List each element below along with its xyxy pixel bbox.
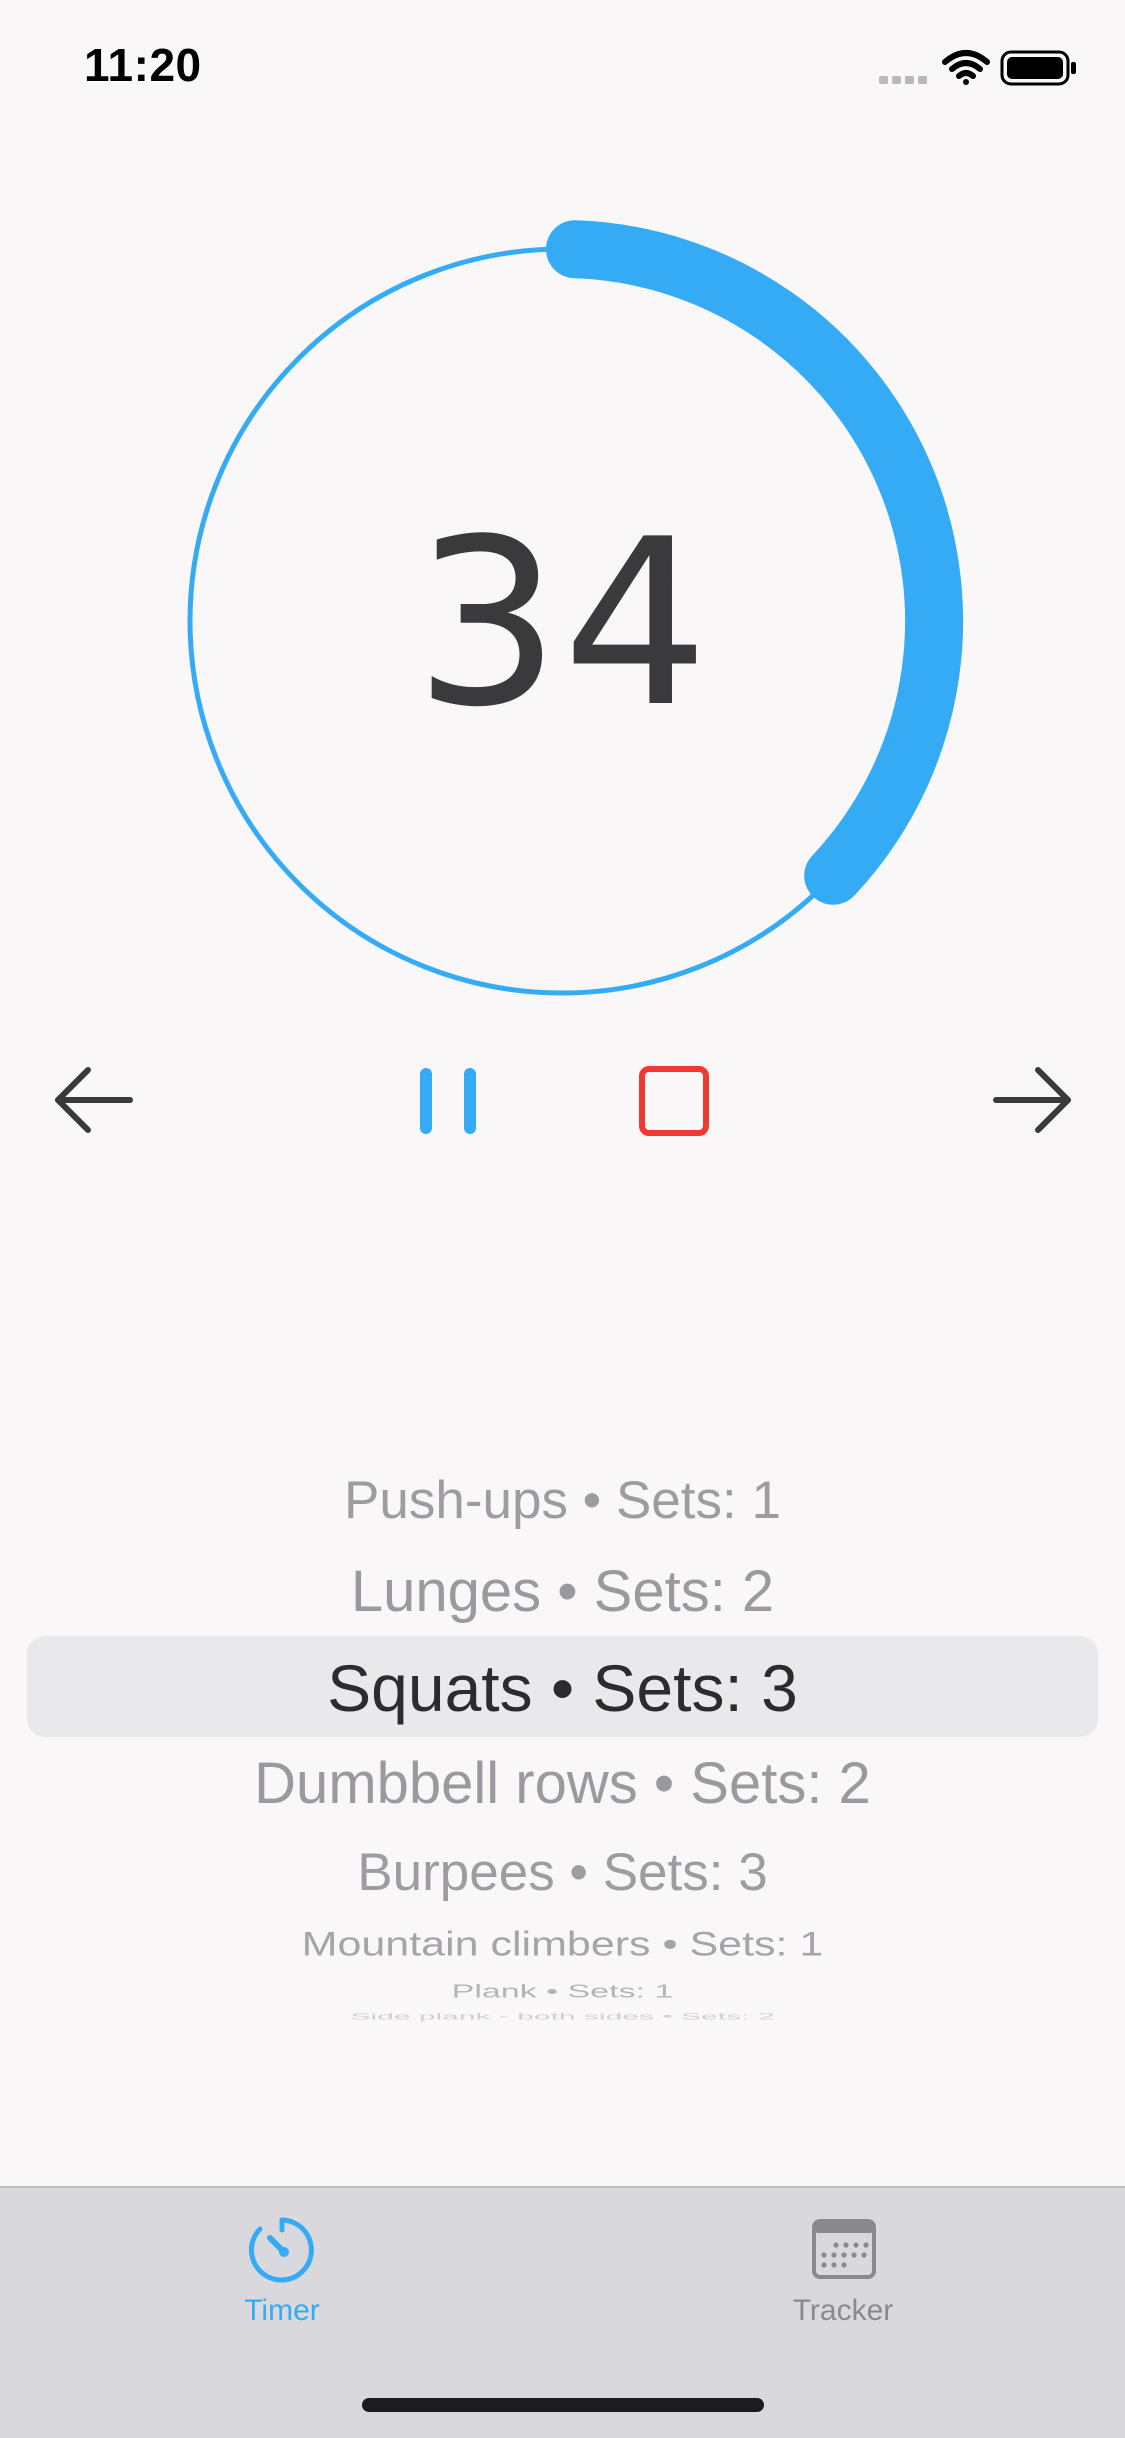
stop-button[interactable]: [636, 1064, 716, 1140]
exercise-picker[interactable]: Push-ups • Sets: 1 Lunges • Sets: 2 Squa…: [0, 1440, 1125, 2030]
picker-row[interactable]: Dumbbell rows • Sets: 2: [0, 1750, 1125, 1817]
timer-countdown: 34: [414, 491, 711, 758]
arrow-left-icon: [55, 1067, 133, 1133]
home-indicator[interactable]: [362, 2398, 764, 2412]
tab-tracker-label: Tracker: [792, 2294, 894, 2327]
picker-row[interactable]: Plank • Sets: 1: [0, 1981, 1125, 2002]
tab-tracker[interactable]: Tracker: [693, 2188, 993, 2368]
stopwatch-icon: [248, 2217, 314, 2283]
pause-icon: [420, 1068, 476, 1134]
arrow-right-icon: [993, 1067, 1071, 1133]
tab-bar: Timer Tracker: [0, 2186, 1125, 2438]
picker-row-selected[interactable]: Squats • Sets: 3: [0, 1650, 1125, 1726]
picker-row[interactable]: Mountain climbers • Sets: 1: [0, 1925, 1125, 1964]
pause-button[interactable]: [410, 1062, 486, 1138]
picker-row[interactable]: Lunges • Sets: 2: [0, 1558, 1125, 1625]
picker-row[interactable]: Side plank - both sides • Sets: 2: [0, 2012, 1125, 2022]
tab-timer[interactable]: Timer: [132, 2188, 432, 2368]
picker-row[interactable]: Push-ups • Sets: 1: [0, 1470, 1125, 1531]
tab-timer-label: Timer: [244, 2294, 320, 2327]
picker-row[interactable]: Burpees • Sets: 3: [0, 1842, 1125, 1903]
previous-button[interactable]: [52, 1062, 136, 1138]
calendar-icon: [812, 2219, 876, 2279]
next-button[interactable]: [990, 1062, 1074, 1138]
stop-icon: [639, 1066, 709, 1136]
